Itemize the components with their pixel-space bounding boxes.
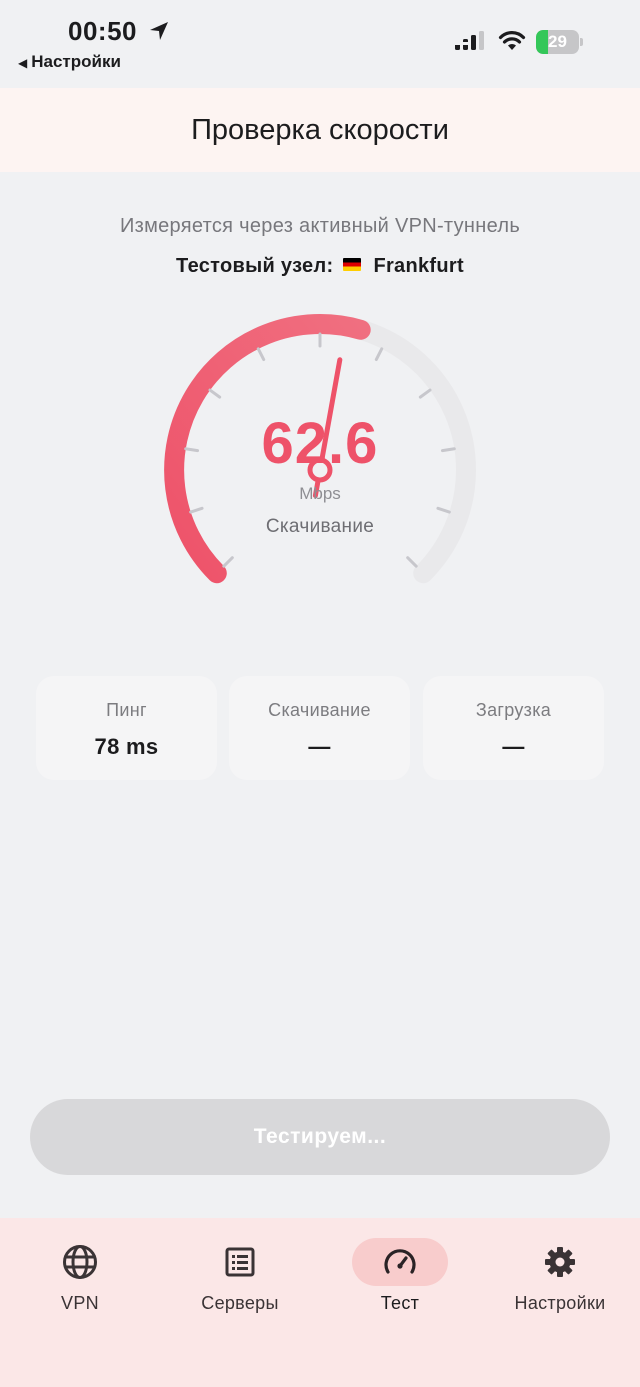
tab-test[interactable]: Тест xyxy=(340,1218,460,1338)
stat-value: 78 ms xyxy=(94,734,159,759)
back-to-app-link[interactable]: ◀ Настройки xyxy=(18,52,121,72)
speed-gauge: 62.6 Mbps Скачивание xyxy=(160,310,480,610)
stat-label: Загрузка xyxy=(475,700,552,720)
status-bar: 00:50 ◀ Настройки 29 xyxy=(0,0,640,88)
back-app-label: Настройки xyxy=(31,52,121,71)
gauge-tick xyxy=(222,556,234,568)
gauge-tick xyxy=(256,347,266,362)
bottom-tab-bar: VPN Серверы Тест Настройки xyxy=(0,1218,640,1387)
location-arrow-icon xyxy=(150,22,168,40)
status-time: 00:50 xyxy=(68,16,137,46)
test-node-row: Тестовый узел: Frankfurt xyxy=(0,255,640,278)
gear-icon xyxy=(545,1247,575,1277)
test-node-label: Тестовый узел: xyxy=(176,255,334,277)
gauge-tick xyxy=(436,506,451,514)
tab-icon-container xyxy=(200,1238,280,1286)
page-title: Проверка скорости xyxy=(191,113,449,146)
speedometer-icon xyxy=(384,1249,416,1274)
stats-row: Пинг 78 ms Скачивание — Загрузка — xyxy=(36,676,604,780)
page-header: Проверка скорости xyxy=(0,88,640,172)
tab-settings[interactable]: Настройки xyxy=(500,1218,620,1338)
tab-label: Тест xyxy=(380,1293,420,1313)
cellular-signal-icon xyxy=(455,31,484,50)
gauge-tick xyxy=(189,506,204,514)
tab-vpn[interactable]: VPN xyxy=(20,1218,140,1338)
tab-icon-container xyxy=(40,1238,120,1286)
germany-flag-icon xyxy=(343,258,362,271)
globe-icon xyxy=(63,1245,97,1279)
stat-card-upload: Загрузка — xyxy=(423,676,604,780)
battery-cap xyxy=(580,38,583,46)
start-test-button[interactable]: Тестируем... xyxy=(30,1099,610,1175)
test-node-name: Frankfurt xyxy=(373,255,464,277)
gauge-tick xyxy=(406,556,418,568)
gauge-phase-label: Скачивание xyxy=(265,516,375,537)
battery-percent: 29 xyxy=(548,32,567,51)
wifi-icon xyxy=(498,31,526,50)
tab-label: Настройки xyxy=(514,1293,606,1313)
gauge-speed-unit: Mbps xyxy=(299,484,341,503)
stat-card-ping: Пинг 78 ms xyxy=(36,676,217,780)
list-icon xyxy=(225,1247,255,1277)
gauge-tick xyxy=(418,388,432,399)
stat-label: Пинг xyxy=(106,700,147,720)
gauge-speed-value: 62.6 xyxy=(261,411,379,476)
tab-label: VPN xyxy=(61,1293,99,1313)
measurement-subtitle: Измеряется через активный VPN-туннель xyxy=(119,215,521,237)
tab-icon-container xyxy=(520,1238,600,1286)
stat-value: — xyxy=(308,734,331,759)
stat-card-download: Скачивание — xyxy=(229,676,410,780)
back-triangle-icon: ◀ xyxy=(18,56,28,70)
battery-indicator: 29 xyxy=(536,30,584,54)
tab-icon-container xyxy=(352,1238,448,1286)
tab-servers[interactable]: Серверы xyxy=(180,1218,300,1338)
stat-value: — xyxy=(502,734,525,759)
gauge-tick xyxy=(208,388,222,399)
gauge-tick xyxy=(374,347,384,362)
stat-label: Скачивание xyxy=(268,700,371,720)
tab-label: Серверы xyxy=(201,1293,279,1313)
